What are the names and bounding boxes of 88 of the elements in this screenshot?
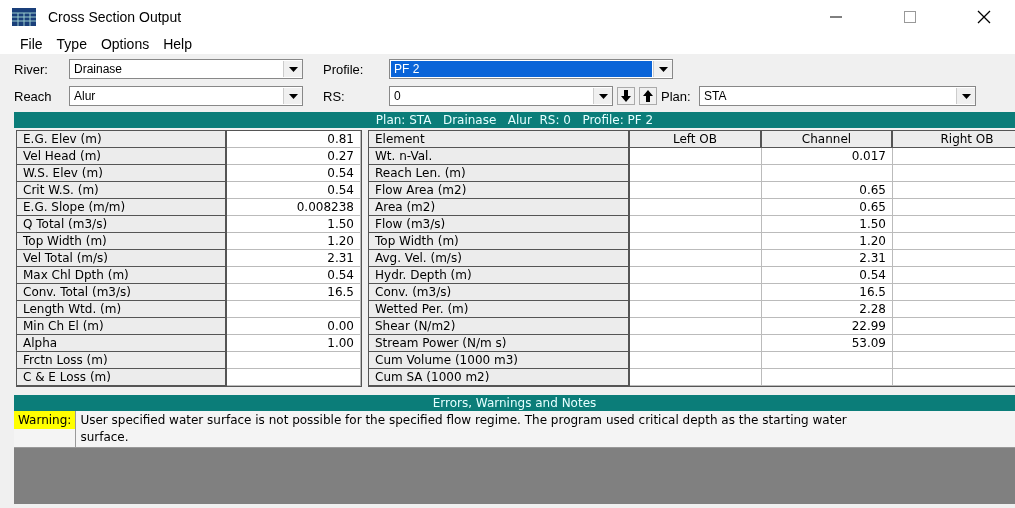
- table-cell: 0.65: [762, 199, 893, 216]
- table-cell: 0.54: [762, 267, 893, 284]
- menu-item[interactable]: File: [20, 36, 43, 52]
- row-label: Vel Head (m): [17, 148, 227, 165]
- row-label: Min Ch El (m): [17, 318, 227, 335]
- row-label: Avg. Vel. (m/s): [369, 250, 630, 267]
- row-label: Frctn Loss (m): [17, 352, 227, 369]
- row-label: C & E Loss (m): [17, 369, 227, 386]
- column-header: Right OB: [893, 131, 1015, 148]
- row-label: Q Total (m3/s): [17, 216, 227, 233]
- caret-icon: [288, 66, 298, 72]
- row-label: Stream Power (N/m s): [369, 335, 630, 352]
- column-header: Channel: [762, 131, 893, 148]
- row-label: Area (m2): [369, 199, 630, 216]
- table-cell: 0.54: [227, 182, 361, 199]
- table-cell: 0.008238: [227, 199, 361, 216]
- table-cell: 2.28: [762, 301, 893, 318]
- row-label: Max Chl Dpth (m): [17, 267, 227, 284]
- table-cell: 0.65: [762, 182, 893, 199]
- down-arrow-button[interactable]: [617, 87, 635, 105]
- dropdown[interactable]: STA: [699, 86, 976, 106]
- table-cell: 0.54: [227, 267, 361, 284]
- caret-icon: [658, 66, 668, 72]
- table-cell: 0.017: [762, 148, 893, 165]
- row-label: Conv. (m3/s): [369, 284, 630, 301]
- row-label: Wt. n-Val.: [369, 148, 630, 165]
- section-header: Plan: STA Drainase Alur RS: 0 Profile: PF 2: [14, 112, 1015, 128]
- dropdown[interactable]: PF 2: [389, 59, 673, 79]
- warning-label: Warning:: [14, 411, 76, 429]
- menu-item[interactable]: Type: [56, 36, 87, 52]
- maximize-icon: [904, 11, 916, 23]
- row-label: Hydr. Depth (m): [369, 267, 630, 284]
- down-arrow-icon: [621, 90, 631, 102]
- table-cell: 0.27: [227, 148, 361, 165]
- field-label: Plan:: [661, 88, 692, 104]
- table-cell: 0.81: [227, 131, 361, 148]
- dropdown[interactable]: 0: [389, 86, 613, 106]
- row-label: Top Width (m): [369, 233, 630, 250]
- window-title: Cross Section Output: [48, 9, 183, 25]
- row-label: Cum Volume (1000 m3): [369, 352, 630, 369]
- table-cell: 53.09: [762, 335, 893, 352]
- row-label: Reach Len. (m): [369, 165, 630, 182]
- table-cell: 0.00: [227, 318, 361, 335]
- table-cell: 16.5: [762, 284, 893, 301]
- caret-icon: [598, 93, 608, 99]
- caret-icon: [288, 93, 298, 99]
- table-cell: 2.31: [227, 250, 361, 267]
- row-label: Flow (m3/s): [369, 216, 630, 233]
- table-cell: 1.00: [227, 335, 361, 352]
- row-label: Length Wtd. (m): [17, 301, 227, 318]
- row-label: E.G. Elev (m): [17, 131, 227, 148]
- table-cell: 22.99: [762, 318, 893, 335]
- table-cell: 0.54: [227, 165, 361, 182]
- row-label: W.S. Elev (m): [17, 165, 227, 182]
- row-label: Top Width (m): [17, 233, 227, 250]
- field-label: River:: [14, 61, 49, 77]
- row-label: Vel Total (m/s): [17, 250, 227, 267]
- row-label: Conv. Total (m3/s): [17, 284, 227, 301]
- table-cell: 1.50: [227, 216, 361, 233]
- row-label: Alpha: [17, 335, 227, 352]
- grid-icon: [12, 8, 36, 26]
- minimize-icon: [830, 16, 842, 18]
- table-cell: 1.20: [227, 233, 361, 250]
- table-cell: 16.5: [227, 284, 361, 301]
- table-cell: 2.31: [762, 250, 893, 267]
- field-label: Profile:: [323, 61, 365, 77]
- column-header: Left OB: [630, 131, 762, 148]
- row-label: Cum SA (1000 m2): [369, 369, 630, 386]
- up-arrow-icon: [643, 90, 653, 102]
- field-label: RS:: [323, 88, 346, 104]
- column-header: Element: [369, 131, 630, 148]
- warning-message: User specified water surface is not possible for the specified flow regime. The program used critical depth as the starting water surface.: [75, 411, 1015, 447]
- row-label: Flow Area (m2): [369, 182, 630, 199]
- row-label: E.G. Slope (m/m): [17, 199, 227, 216]
- section-header: Errors, Warnings and Notes: [14, 395, 1015, 411]
- table-cell: 1.50: [762, 216, 893, 233]
- row-label: Crit W.S. (m): [17, 182, 227, 199]
- row-label: Wetted Per. (m): [369, 301, 630, 318]
- caret-icon: [961, 93, 971, 99]
- field-label: Reach: [14, 88, 53, 104]
- up-arrow-button[interactable]: [639, 87, 657, 105]
- menu-item[interactable]: Help: [163, 36, 192, 52]
- menu-item[interactable]: Options: [100, 36, 150, 52]
- close-icon: [977, 10, 991, 24]
- row-label: Shear (N/m2): [369, 318, 630, 335]
- dropdown[interactable]: Drainase: [69, 59, 303, 79]
- dropdown[interactable]: Alur: [69, 86, 303, 106]
- table-cell: 1.20: [762, 233, 893, 250]
